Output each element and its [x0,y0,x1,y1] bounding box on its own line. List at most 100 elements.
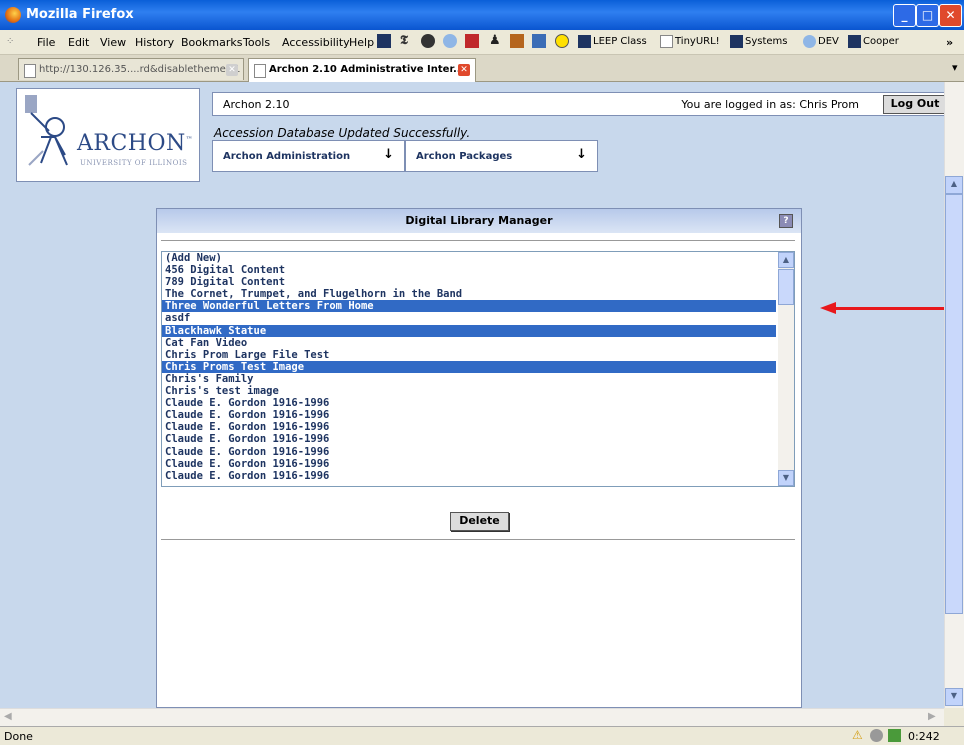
page-icon [24,64,36,78]
scroll-up-icon[interactable]: ▲ [945,176,963,194]
chess-bookmark-icon[interactable]: ♟ [489,34,503,48]
logout-button[interactable]: Log Out [883,95,944,114]
header-bar: Archon 2.10 You are logged in as: Chris … [212,92,944,116]
status-text: Done [4,730,33,743]
list-item[interactable]: Claude E. Gordon 1916-1996 [162,433,776,445]
tab-archon-admin[interactable]: Archon 2.10 Administrative Inter... ✕ [248,58,476,82]
menu-bookmarks[interactable]: Bookmarks [181,36,242,49]
app-version: Archon 2.10 [223,98,290,111]
bookmark-cooper[interactable]: Cooper [848,34,899,50]
list-item[interactable]: Cat Fan Video [162,337,776,349]
menu-accessibility[interactable]: Accessibility [282,36,350,49]
list-item[interactable]: Claude E. Gordon 1916-1996 [162,470,776,482]
list-item[interactable]: Blackhawk Statue [162,324,776,337]
list-item[interactable]: Claude E. Gordon 1916-1996 [162,397,776,409]
page-vertical-scrollbar[interactable]: ▲ ▼ [944,82,964,708]
scroll-thumb[interactable] [778,269,794,305]
scroll-left-icon[interactable]: ◀ [4,711,12,722]
blocked-icon[interactable] [870,729,883,742]
list-item[interactable]: Three Wonderful Letters From Home [162,300,776,313]
status-message: Accession Database Updated Successfully. [214,126,471,140]
illinois-bookmark-icon[interactable] [377,34,391,48]
tab-list-button[interactable]: ▾ [952,61,958,74]
google-bookmark-icon[interactable] [421,34,435,48]
menu-bar: ⁘ File Edit View History Bookmarks Tools… [0,30,964,55]
archon-logo[interactable]: ARCHON™ UNIVERSITY OF ILLINOIS [16,88,200,182]
list-item[interactable]: Chris's test image [162,385,776,397]
list-item[interactable]: Claude E. Gordon 1916-1996 [162,409,776,421]
status-time: 0:242 [908,730,940,743]
menu-tools[interactable]: Tools [243,36,270,49]
illinois-icon [578,34,591,48]
bookmark-systems[interactable]: Systems [730,34,788,50]
list-item[interactable]: The Cornet, Trumpet, and Flugelhorn in t… [162,288,776,300]
list-items: (Add New) 456 Digital Content 789 Digital … [162,252,794,482]
yellow-bookmark-icon[interactable] [555,34,569,48]
addon-icon[interactable] [888,729,901,742]
bookmark-dev[interactable]: DEV [803,34,839,50]
red-arrow-shaft [834,307,944,310]
listbox-scrollbar[interactable]: ▲ ▼ [778,252,794,486]
page-scroll-thumb[interactable] [945,194,963,614]
scroll-down-icon[interactable]: ▼ [945,688,963,706]
list-item[interactable]: Chris Proms Test Image [162,360,776,373]
bookmark-folder-icon[interactable] [510,34,524,48]
list-item[interactable]: asdf [162,312,776,324]
tab-bar: http://130.126.35....rd&disabletheme=1 ✕… [0,55,964,82]
tab-label: Archon 2.10 Administrative Inter... [269,64,465,75]
digital-content-listbox[interactable]: (Add New) 456 Digital Content 789 Digital … [161,251,795,487]
nav-archon-packages[interactable]: Archon Packages ↓ [405,140,598,172]
page-horizontal-scrollbar[interactable]: ◀ ▶ [0,708,944,727]
list-item[interactable]: Chris's Family [162,373,776,385]
tpm-bookmark-icon[interactable] [465,34,479,48]
menu-help[interactable]: Help [349,36,374,49]
scroll-right-icon[interactable]: ▶ [928,711,936,722]
nytimes-bookmark-icon[interactable]: 𝕿 [400,34,414,48]
list-item[interactable]: 456 Digital Content [162,264,776,276]
archon-figure-icon [25,95,68,166]
down-arrow-icon: ↓ [383,147,394,162]
bookmark-globe-icon[interactable] [443,34,457,48]
menu-history[interactable]: History [135,36,174,49]
bookmarks-overflow-button[interactable]: » [946,36,953,49]
list-item[interactable]: Chris Prom Large File Test [162,349,776,361]
tab-url[interactable]: http://130.126.35....rd&disabletheme=1 ✕ [18,58,244,80]
scroll-up-icon[interactable]: ▲ [778,252,794,268]
status-bar: Done ⚠ 0:242 [0,726,964,745]
divider [161,539,795,540]
close-window-button[interactable]: ✕ [939,4,962,27]
logo-text: ARCHON™ [77,131,194,156]
list-item[interactable]: Claude E. Gordon 1916-1996 [162,458,776,470]
list-item[interactable]: (Add New) [162,252,776,264]
bookmark-leep-class[interactable]: LEEP Class [578,34,647,50]
login-status: You are logged in as: Chris Prom [681,98,859,111]
illinois-icon [730,34,743,48]
minimize-button[interactable]: _ [893,4,916,27]
list-item[interactable]: Claude E. Gordon 1916-1996 [162,421,776,433]
tab-close-icon[interactable]: ✕ [226,64,238,76]
globe-icon [803,34,816,48]
digital-library-manager-panel: Digital Library Manager ? (Add New) 456 D… [156,208,802,708]
help-icon[interactable]: ? [779,214,793,228]
down-arrow-icon: ↓ [576,147,587,162]
illinois-icon [848,34,861,48]
window-titlebar: Mozilla Firefox _ □ ✕ [0,0,964,30]
fm-bookmark-icon[interactable] [532,34,546,48]
nav-archon-administration[interactable]: Archon Administration ↓ [212,140,405,172]
warning-icon[interactable]: ⚠ [852,729,865,742]
maximize-button[interactable]: □ [916,4,939,27]
list-item[interactable]: 789 Digital Content [162,276,776,288]
divider [161,240,795,241]
scroll-down-icon[interactable]: ▼ [778,470,794,486]
menu-edit[interactable]: Edit [68,36,89,49]
tab-close-icon[interactable]: ✕ [458,64,470,76]
delete-button[interactable]: Delete [450,512,509,531]
nav-label: Archon Administration [223,151,351,162]
nav-label: Archon Packages [416,151,513,162]
list-item[interactable]: Claude E. Gordon 1916-1996 [162,446,776,458]
bookmark-tinyurl[interactable]: TinyURL! [660,34,720,50]
panel-header: Digital Library Manager ? [157,209,801,233]
menu-view[interactable]: View [100,36,126,49]
panel-title: Digital Library Manager [405,214,553,227]
menu-file[interactable]: File [37,36,55,49]
